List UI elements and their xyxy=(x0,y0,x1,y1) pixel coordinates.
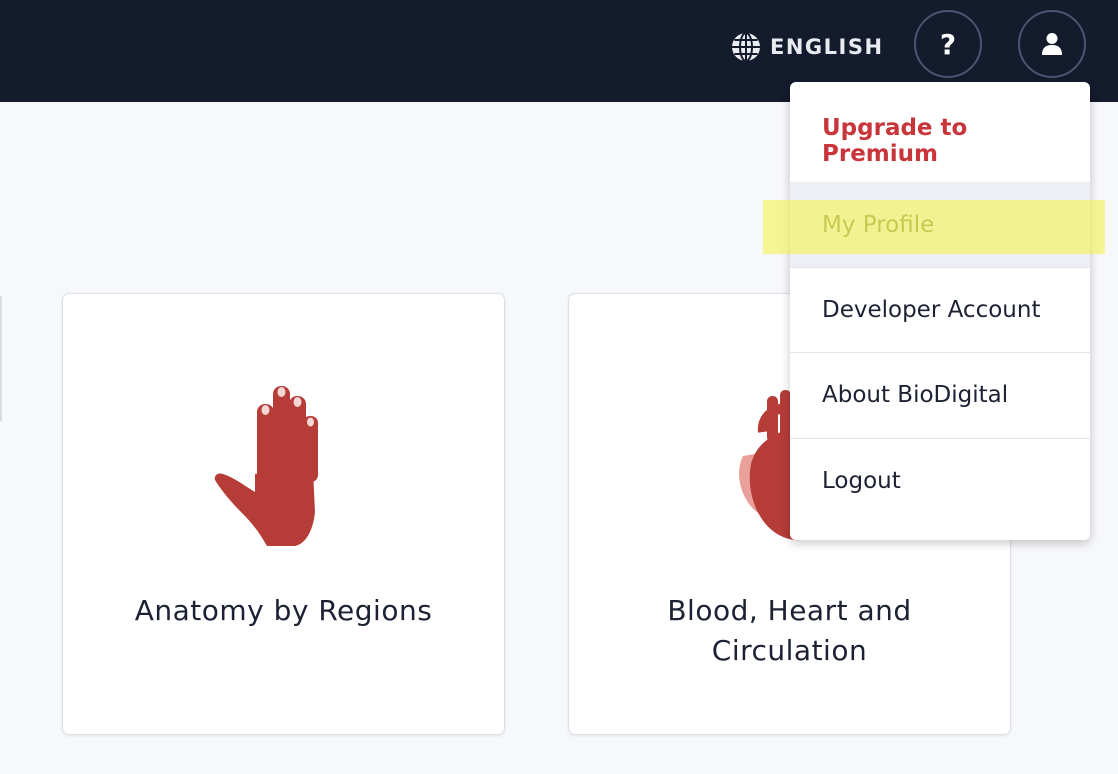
menu-item-label: My Profile xyxy=(822,211,935,238)
user-menu-button[interactable] xyxy=(1018,10,1086,78)
card-title-line-1: Blood, Heart and xyxy=(667,594,912,627)
menu-item-logout[interactable]: Logout xyxy=(790,438,1090,523)
menu-item-label: Upgrade to Premium xyxy=(822,114,968,167)
category-card-anatomy-by-regions[interactable]: Anatomy by Regions xyxy=(62,293,505,735)
user-icon xyxy=(1042,33,1062,55)
card-title: Blood, Heart and Circulation xyxy=(589,591,990,671)
help-button[interactable]: ? xyxy=(914,10,982,78)
menu-item-upgrade-to-premium[interactable]: Upgrade to Premium xyxy=(790,98,1090,183)
menu-item-developer-account[interactable]: Developer Account xyxy=(790,267,1090,352)
question-icon: ? xyxy=(939,27,957,61)
card-title-line-2: Circulation xyxy=(711,634,868,667)
hand-icon xyxy=(214,386,318,546)
menu-item-label: Logout xyxy=(822,468,901,494)
card-title: Anatomy by Regions xyxy=(134,594,433,627)
menu-item-label: Developer Account xyxy=(822,297,1041,323)
menu-item-label: About BioDigital xyxy=(822,382,1009,408)
language-selector[interactable]: ENGLISH xyxy=(730,30,884,64)
menu-item-my-profile[interactable]: My Profile xyxy=(790,182,1090,267)
user-dropdown-menu: Upgrade to Premium My Profile Developer … xyxy=(790,82,1090,540)
menu-item-about-biodigital[interactable]: About BioDigital xyxy=(790,352,1090,437)
globe-icon xyxy=(732,32,760,62)
partial-card-edge xyxy=(0,296,2,421)
language-label: ENGLISH xyxy=(770,35,884,59)
